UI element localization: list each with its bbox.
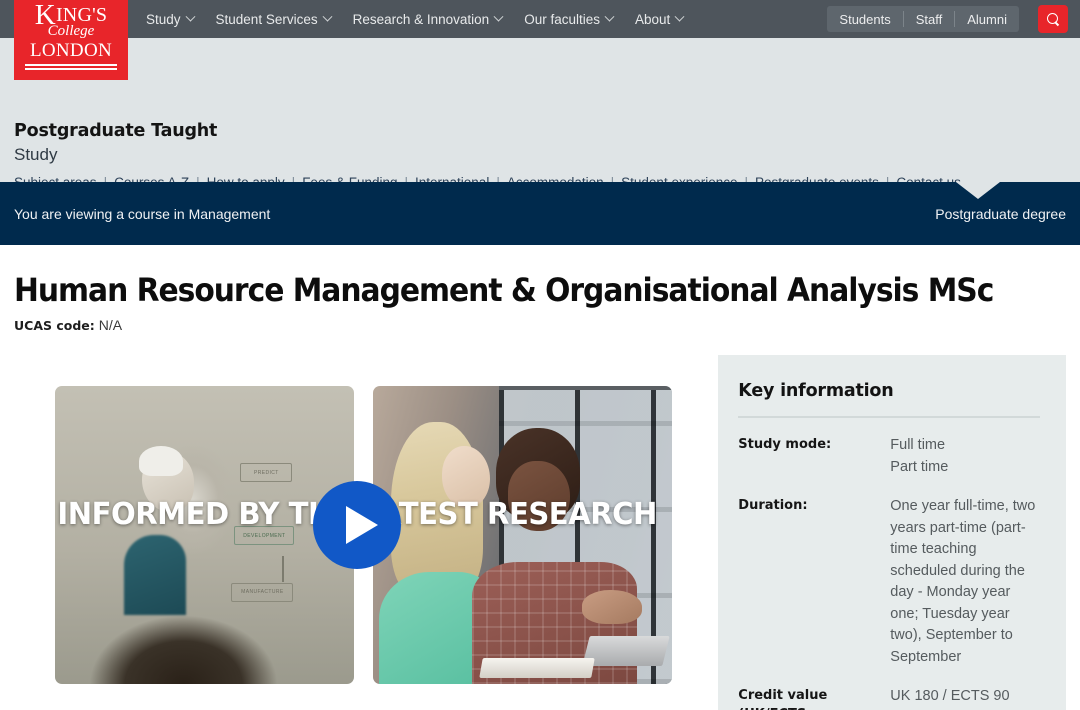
section-title: Postgraduate Taught [14,121,218,141]
logo-london-text: LONDON [29,40,112,61]
nav-item-about[interactable]: About [634,11,685,27]
logo-kings-text: KING'S [14,1,128,30]
nav-item-our-faculties[interactable]: Our faculties [524,11,615,27]
key-info-value: One year full-time, two years part-time … [890,498,1036,665]
kcl-logo[interactable]: KING'S College LONDON [14,0,128,80]
nav-label: About [634,11,671,27]
key-info-label: Duration: [738,498,808,513]
key-info-row-study-mode: Study mode: Full time Part time [738,435,1040,478]
key-information-panel: Key information Study mode: Full time Pa… [718,355,1066,710]
top-navigation-bar: KING'S College LONDON Study Student Serv… [0,0,1080,80]
whiteboard-box-predict: PREDICT [240,463,293,483]
page-title: Human Resource Management & Organisation… [14,271,994,309]
laptop [582,636,670,667]
search-icon [1046,12,1060,26]
nav-label: Study [146,11,181,27]
lecturer-hair [138,445,183,476]
whiteboard-box-development: DEVELOPMENT [234,526,295,546]
play-triangle [345,506,378,544]
video-frame-left: PREDICT DEVELOPMENT MANUFACTURE [55,386,354,684]
notch-indicator [956,182,1000,199]
chevron-down-icon [493,11,504,22]
divider [738,416,1040,418]
main-row: PREDICT DEVELOPMENT MANUFACTURE INFORMED… [14,355,1066,710]
whiteboard-connector [282,555,284,582]
nav-label: Student Services [215,11,318,27]
course-context-bar: You are viewing a course in Management P… [0,182,1080,245]
degree-level-label: Postgraduate degree [935,205,1066,222]
key-info-row-credit-value: Credit value (UK/ECTS equivalent): UK 18… [738,686,1040,710]
audience-switcher: Students Staff Alumni [827,6,1019,32]
hands [582,590,643,625]
notebook [478,658,595,679]
key-info-label: Credit value (UK/ECTS equivalent): [738,688,828,710]
logo-kings-rest: ING'S [55,4,108,26]
student-one-face [441,445,490,508]
whiteboard-box-manufacture: MANUFACTURE [231,582,294,602]
section-subtitle: Study [14,145,58,164]
main-navigation: Study Student Services Research & Innova… [146,0,685,38]
chevron-down-icon [185,11,195,22]
nav-label: Research & Innovation [352,11,490,27]
video-frame-right [373,386,672,684]
chevron-down-icon [604,11,615,22]
nav-item-research-innovation[interactable]: Research & Innovation [352,11,504,27]
ucas-code: UCAS code: N/A [14,317,1066,333]
audience-staff[interactable]: Staff [904,6,955,32]
key-info-row-duration: Duration: One year full-time, two years … [738,496,1040,668]
logo-initial-k: K [34,0,56,31]
play-icon[interactable] [313,481,402,569]
section-band: Postgraduate Taught Study Subject areas|… [0,38,1080,190]
audience-alumni[interactable]: Alumni [955,6,1019,32]
key-info-label: Study mode: [738,437,832,452]
logo-rules [14,64,128,70]
lecturer-body [123,535,186,615]
nav-item-student-services[interactable]: Student Services [215,11,333,27]
page-content: Human Resource Management & Organisation… [0,271,1080,710]
key-info-value: UK 180 / ECTS 90 [890,688,1010,704]
student-two-face [507,460,570,531]
chevron-down-icon [674,11,685,22]
ucas-value: N/A [98,317,123,333]
chevron-down-icon [322,11,333,22]
nav-label: Our faculties [524,11,600,27]
key-info-value: Full time Part time [890,437,949,475]
nav-item-study[interactable]: Study [146,11,195,27]
key-information-title: Key information [738,381,894,401]
audience-students[interactable]: Students [827,6,902,32]
course-video-player[interactable]: PREDICT DEVELOPMENT MANUFACTURE INFORMED… [14,355,701,695]
ucas-label: UCAS code: [14,318,95,333]
search-button[interactable] [1038,5,1068,33]
course-context-text: You are viewing a course in Management [14,205,271,222]
